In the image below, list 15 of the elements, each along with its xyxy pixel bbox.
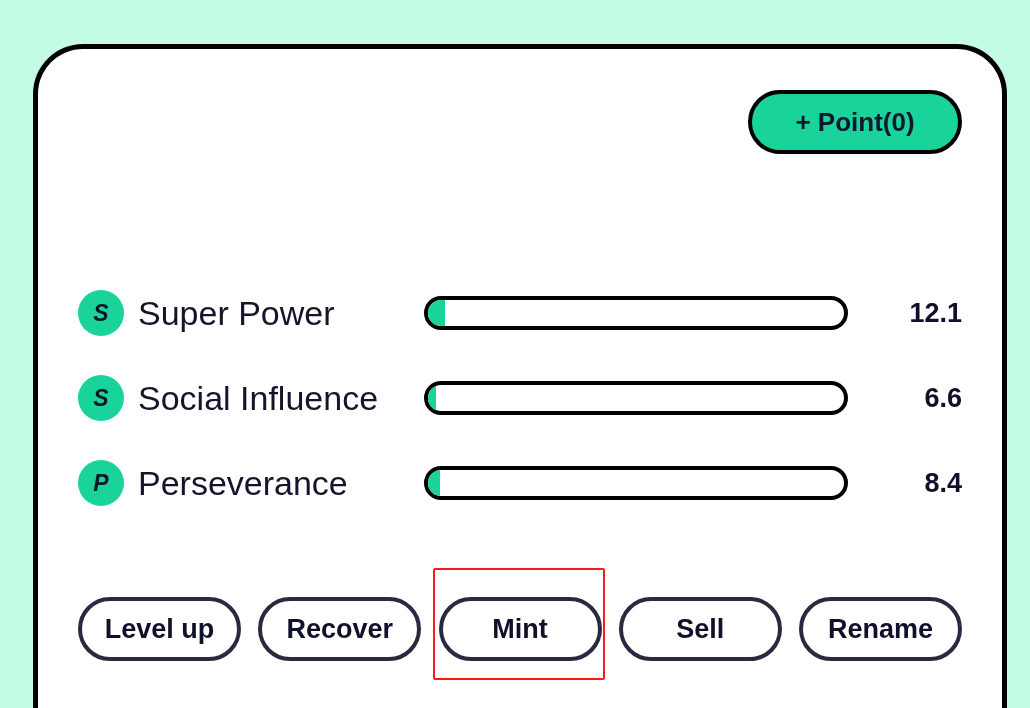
stat-label: Perseverance [138,463,348,503]
stat-value: 6.6 [924,382,962,414]
initial-badge: S [78,375,124,421]
action-button[interactable]: Rename [799,597,962,661]
stat-value: 8.4 [924,467,962,499]
initial-badge: P [78,460,124,506]
stat-label: Super Power [138,293,335,333]
action-button[interactable]: Mint [438,597,602,661]
action-button[interactable]: Level up [78,597,241,661]
initial-badge: S [78,290,124,336]
action-button[interactable]: Sell [618,597,782,661]
stat-label: Social Influence [138,378,379,418]
action-button[interactable]: Recover [258,597,422,661]
stat-value: 12.1 [909,297,962,329]
add-point-button[interactable]: + Point(0) [748,90,962,154]
